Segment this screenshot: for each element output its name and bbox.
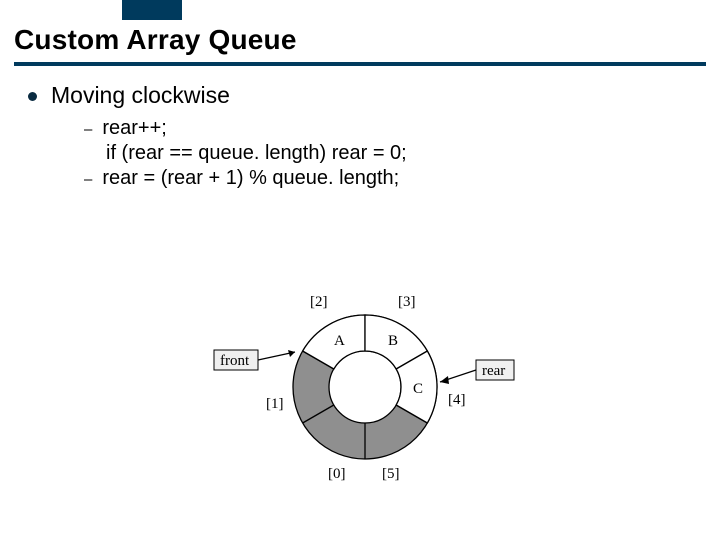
sector-letter-a: A bbox=[334, 333, 345, 349]
sector-letter-b: B bbox=[388, 333, 398, 349]
diagram-svg: A B C [0] [1] [2] [3] [4] [5] front rear bbox=[200, 282, 530, 492]
rear-label: rear bbox=[482, 363, 505, 379]
slide: Custom Array Queue Moving clockwise – re… bbox=[0, 0, 720, 540]
dash-icon: – bbox=[84, 121, 92, 138]
code-line: rear = (rear + 1) % queue. length; bbox=[102, 167, 399, 190]
title-row: Custom Array Queue bbox=[14, 24, 706, 66]
sector-letter-c: C bbox=[413, 381, 423, 397]
idx-2: [2] bbox=[310, 294, 328, 310]
dash-icon: – bbox=[84, 171, 92, 188]
idx-5: [5] bbox=[382, 466, 400, 482]
heading-text: Moving clockwise bbox=[51, 82, 230, 109]
idx-1: [1] bbox=[266, 396, 284, 412]
code-line: if (rear == queue. length) rear = 0; bbox=[106, 142, 692, 165]
idx-0: [0] bbox=[328, 466, 346, 482]
idx-4: [4] bbox=[448, 392, 466, 408]
rear-pointer: rear bbox=[440, 360, 514, 384]
page-title: Custom Array Queue bbox=[14, 24, 706, 56]
title-rule bbox=[14, 62, 706, 66]
circular-queue-diagram: A B C [0] [1] [2] [3] [4] [5] front rear bbox=[200, 282, 530, 492]
disc-icon bbox=[28, 92, 37, 101]
front-pointer: front bbox=[214, 350, 295, 370]
sub-item: – rear = (rear + 1) % queue. length; bbox=[84, 167, 692, 190]
body: Moving clockwise – rear++; if (rear == q… bbox=[28, 82, 692, 192]
code-line: rear++; bbox=[102, 117, 166, 140]
accent-block bbox=[122, 0, 182, 20]
sub-list: – rear++; if (rear == queue. length) rea… bbox=[84, 117, 692, 190]
sub-item: – rear++; bbox=[84, 117, 692, 140]
bullet-heading: Moving clockwise bbox=[28, 82, 692, 109]
idx-3: [3] bbox=[398, 294, 416, 310]
front-label: front bbox=[220, 353, 250, 369]
